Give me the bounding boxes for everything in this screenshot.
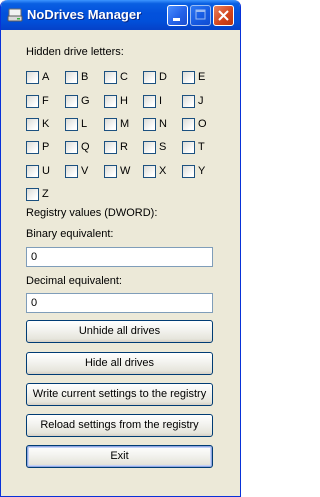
drive-app-icon (7, 8, 23, 22)
binary-field[interactable] (26, 247, 213, 267)
checkbox-box[interactable] (182, 95, 195, 108)
drive-letter-label: K (42, 118, 50, 130)
drive-letter-label: O (198, 118, 207, 130)
drive-checkbox-u[interactable]: U (26, 165, 60, 181)
drive-letter-label: W (120, 165, 131, 177)
checkbox-box[interactable] (65, 165, 78, 178)
checkbox-box[interactable] (143, 141, 156, 154)
binary-label: Binary equivalent: (26, 228, 114, 240)
drive-letter-label: N (159, 118, 167, 130)
hide-all-button[interactable]: Hide all drives (26, 352, 213, 375)
drive-letter-label: E (198, 71, 206, 83)
drive-checkbox-x[interactable]: X (143, 165, 177, 181)
drive-checkbox-z[interactable]: Z (26, 188, 60, 204)
checkbox-box[interactable] (26, 71, 39, 84)
checkbox-box[interactable] (26, 141, 39, 154)
drive-checkbox-i[interactable]: I (143, 95, 177, 111)
checkbox-box[interactable] (104, 95, 117, 108)
decimal-label: Decimal equivalent: (26, 275, 122, 287)
drive-checkbox-j[interactable]: J (182, 95, 216, 111)
checkbox-box[interactable] (104, 165, 117, 178)
drive-checkbox-s[interactable]: S (143, 141, 177, 157)
checkbox-box[interactable] (143, 71, 156, 84)
drive-letter-label: F (42, 95, 49, 107)
title-bar[interactable]: NoDrives Manager (1, 0, 240, 30)
drive-checkbox-d[interactable]: D (143, 71, 177, 87)
drive-letter-label: R (120, 141, 128, 153)
registry-values-label: Registry values (DWORD): (26, 207, 158, 219)
drive-checkbox-w[interactable]: W (104, 165, 138, 181)
drive-checkbox-f[interactable]: F (26, 95, 60, 111)
drive-letter-label: A (42, 71, 50, 83)
drive-letter-label: I (159, 95, 163, 107)
drive-checkbox-l[interactable]: L (65, 118, 99, 134)
drive-letter-label: X (159, 165, 167, 177)
drive-checkbox-y[interactable]: Y (182, 165, 216, 181)
checkbox-box[interactable] (104, 141, 117, 154)
checkbox-box[interactable] (143, 95, 156, 108)
drive-letter-label: V (81, 165, 89, 177)
drive-checkbox-h[interactable]: H (104, 95, 138, 111)
checkbox-box[interactable] (143, 165, 156, 178)
drive-checkbox-p[interactable]: P (26, 141, 60, 157)
drive-checkbox-m[interactable]: M (104, 118, 138, 134)
drive-letter-label: U (42, 165, 50, 177)
exit-button[interactable]: Exit (26, 445, 213, 468)
minimize-button[interactable] (167, 5, 188, 26)
checkbox-box[interactable] (182, 71, 195, 84)
drive-checkbox-q[interactable]: Q (65, 141, 99, 157)
checkbox-box[interactable] (65, 141, 78, 154)
checkbox-box[interactable] (143, 118, 156, 131)
checkbox-box[interactable] (26, 95, 39, 108)
checkbox-box[interactable] (26, 118, 39, 131)
checkbox-box[interactable] (65, 95, 78, 108)
drive-letter-label: Y (198, 165, 206, 177)
drive-checkbox-o[interactable]: O (182, 118, 216, 134)
drive-checkbox-v[interactable]: V (65, 165, 99, 181)
drive-checkbox-b[interactable]: B (65, 71, 99, 87)
checkbox-box[interactable] (26, 165, 39, 178)
maximize-button[interactable] (190, 5, 211, 26)
app-window: NoDrives Manager Hidden drive letters: A… (0, 0, 241, 497)
drive-checkbox-c[interactable]: C (104, 71, 138, 87)
drive-letter-label: H (120, 95, 128, 107)
checkbox-box[interactable] (65, 118, 78, 131)
drive-letter-label: L (81, 118, 88, 130)
checkbox-box[interactable] (182, 118, 195, 131)
window-title: NoDrives Manager (27, 7, 142, 22)
drive-letter-label: C (120, 71, 128, 83)
checkbox-box[interactable] (182, 141, 195, 154)
write-registry-button[interactable]: Write current settings to the registry (26, 383, 213, 406)
drive-letter-label: P (42, 141, 50, 153)
drive-letter-label: T (198, 141, 205, 153)
checkbox-box[interactable] (104, 71, 117, 84)
drive-letter-label: Z (42, 188, 49, 200)
drive-letter-label: D (159, 71, 167, 83)
drive-letter-label: Q (81, 141, 90, 153)
drive-checkbox-e[interactable]: E (182, 71, 216, 87)
drive-letter-label: B (81, 71, 89, 83)
drive-checkbox-t[interactable]: T (182, 141, 216, 157)
drive-letter-label: J (198, 95, 204, 107)
checkbox-box[interactable] (104, 118, 117, 131)
checkbox-box[interactable] (26, 188, 39, 201)
checkbox-box[interactable] (65, 71, 78, 84)
drive-checkbox-g[interactable]: G (65, 95, 99, 111)
hidden-drives-label: Hidden drive letters: (26, 46, 124, 58)
reload-registry-button[interactable]: Reload settings from the registry (26, 414, 213, 437)
checkbox-box[interactable] (182, 165, 195, 178)
drive-checkbox-k[interactable]: K (26, 118, 60, 134)
decimal-field[interactable] (26, 293, 213, 313)
drive-letter-label: S (159, 141, 167, 153)
drive-letter-label: G (81, 95, 90, 107)
drive-checkbox-n[interactable]: N (143, 118, 177, 134)
drive-checkbox-r[interactable]: R (104, 141, 138, 157)
drive-checkbox-a[interactable]: A (26, 71, 60, 87)
unhide-all-button[interactable]: Unhide all drives (26, 320, 213, 343)
drive-letter-label: M (120, 118, 130, 130)
close-button[interactable] (213, 5, 234, 26)
